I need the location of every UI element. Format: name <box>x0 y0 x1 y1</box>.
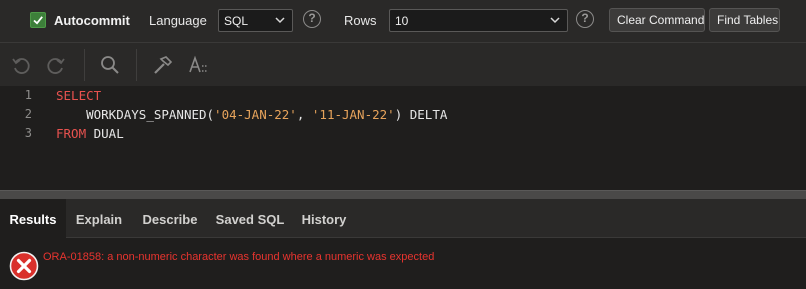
code-text: FROM DUAL <box>56 126 124 141</box>
chevron-down-icon <box>550 17 560 24</box>
sql-keyword: FROM <box>56 126 87 141</box>
code-tail: ) DELTA <box>394 107 448 122</box>
tab-results[interactable]: Results <box>0 199 66 238</box>
code-line: 3 FROM DUAL <box>0 124 806 143</box>
find-tables-button[interactable]: Find Tables <box>709 8 780 32</box>
table-name: DUAL <box>86 126 124 141</box>
rows-select[interactable]: 10 <box>389 9 568 32</box>
tab-explain[interactable]: Explain <box>66 199 132 238</box>
language-value: SQL <box>224 14 249 28</box>
tab-history[interactable]: History <box>292 199 356 238</box>
tab-describe[interactable]: Describe <box>132 199 208 238</box>
sql-editor[interactable]: 1 SELECT 2 WORKDAYS_SPANNED('04-JAN-22',… <box>0 86 806 190</box>
language-label: Language <box>149 13 207 28</box>
code-text: WORKDAYS_SPANNED('04-JAN-22', '11-JAN-22… <box>56 107 447 122</box>
results-panel: ORA-01858: a non-numeric character was f… <box>0 238 806 289</box>
language-select[interactable]: SQL <box>218 9 293 32</box>
string-literal: '11-JAN-22' <box>311 107 395 122</box>
toolbar-divider <box>84 49 85 81</box>
sql-keyword: SELECT <box>56 88 102 103</box>
autocommit-label[interactable]: Autocommit <box>54 13 130 28</box>
line-number: 3 <box>24 126 32 140</box>
rows-value: 10 <box>395 14 409 28</box>
undo-icon[interactable] <box>10 54 32 76</box>
rows-label: Rows <box>344 13 377 28</box>
search-icon[interactable] <box>99 54 121 76</box>
code-line: 1 SELECT <box>0 86 806 105</box>
hammer-icon[interactable] <box>151 54 173 76</box>
pane-splitter[interactable] <box>0 190 806 199</box>
top-toolbar: Autocommit Language SQL ? Rows 10 ? Clea… <box>0 0 806 42</box>
toolbar-divider <box>136 49 137 81</box>
error-x-icon <box>9 251 39 281</box>
line-number: 1 <box>24 88 32 102</box>
function-call: WORKDAYS_SPANNED( <box>86 107 215 122</box>
clear-command-button[interactable]: Clear Command <box>609 8 705 32</box>
error-message: ORA-01858: a non-numeric character was f… <box>43 251 435 263</box>
code-separator: , <box>296 107 312 122</box>
result-tabs: Results Explain Describe Saved SQL Histo… <box>0 199 806 238</box>
tab-saved-sql[interactable]: Saved SQL <box>208 199 292 238</box>
autocommit-checkbox[interactable] <box>30 12 46 28</box>
rows-help-icon[interactable]: ? <box>576 10 594 28</box>
redo-icon[interactable] <box>45 54 67 76</box>
code-line: 2 WORKDAYS_SPANNED('04-JAN-22', '11-JAN-… <box>0 105 806 124</box>
language-help-icon[interactable]: ? <box>303 10 321 28</box>
code-text: SELECT <box>56 88 101 103</box>
format-text-icon[interactable] <box>188 54 210 76</box>
editor-toolbar <box>0 42 806 86</box>
checkmark-icon <box>33 16 43 25</box>
line-number: 2 <box>24 107 32 121</box>
chevron-down-icon <box>275 17 285 24</box>
string-literal: '04-JAN-22' <box>214 107 297 122</box>
